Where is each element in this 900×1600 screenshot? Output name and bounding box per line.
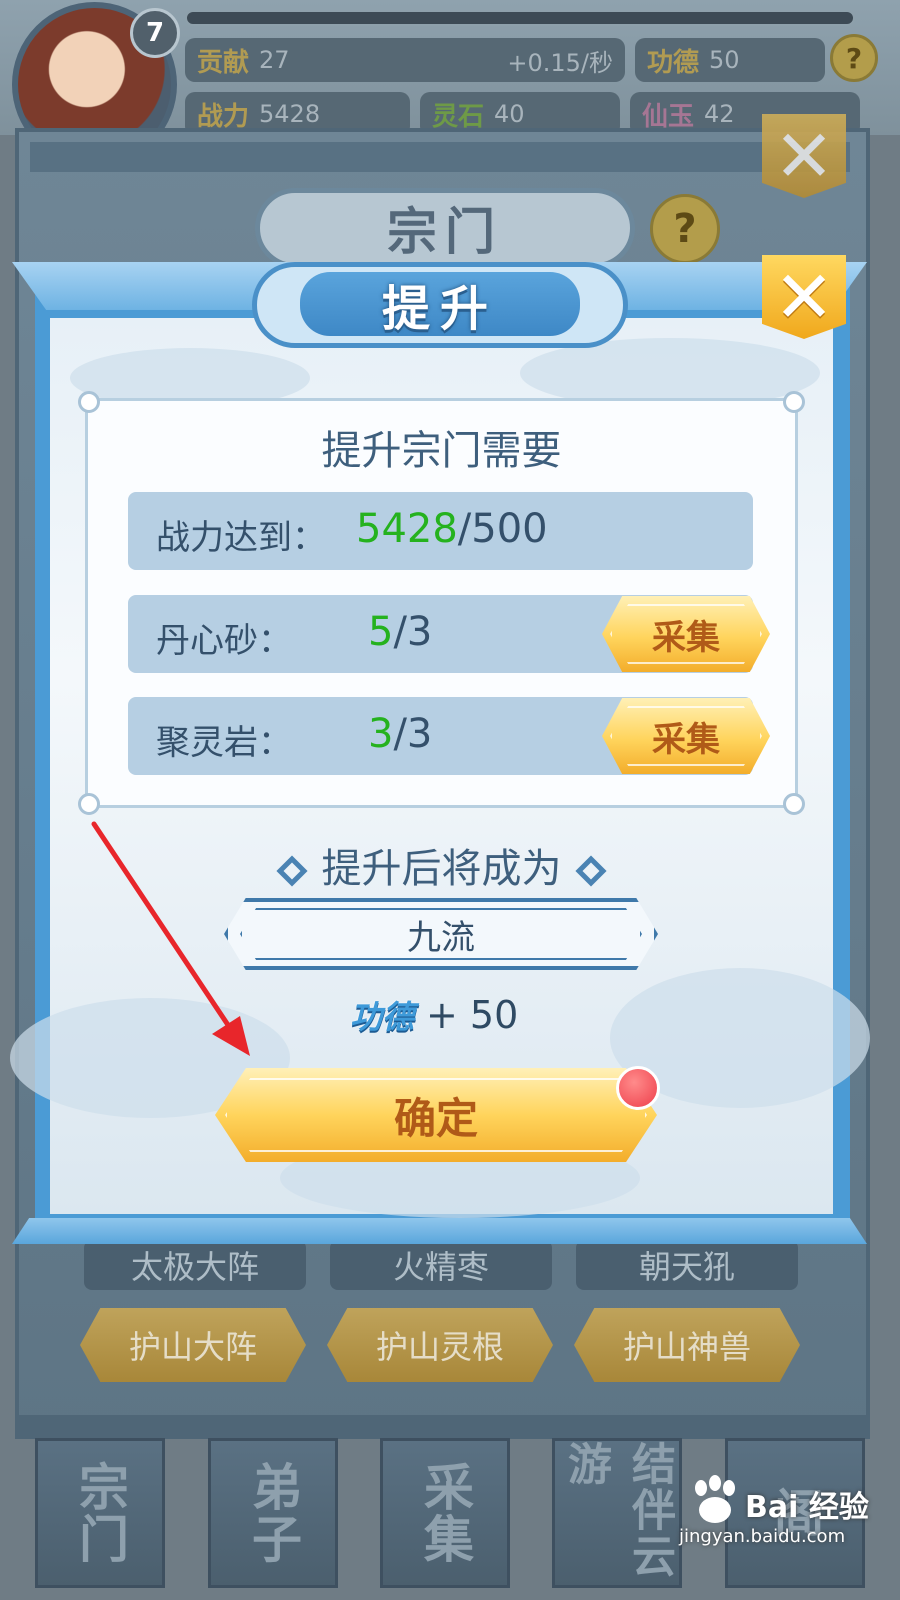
gongde-label: 功德 [647,47,700,78]
requirement-value: 3/3 [368,711,432,757]
diamond-ornament-icon [276,855,308,887]
gongde-value: 50 [709,46,740,74]
requirements-title: 提升宗门需要 [321,428,562,474]
nav-sect[interactable]: 宗门 [35,1438,165,1588]
dialog-close-icon[interactable]: ✕ [762,255,846,339]
xianyu-label: 仙玉 [642,101,695,132]
zhanli-label: 战力 [197,101,250,132]
requirement-label: 聚灵岩： [156,723,292,763]
card-corner-ornament [783,391,805,413]
notification-dot [616,1066,660,1110]
experience-bar [185,10,855,26]
baidu-watermark: Bai 经验 jingyan.baidu.com [675,1470,885,1550]
guard-spirit-root-button[interactable]: 护山灵根 [327,1308,553,1382]
sect-close-icon[interactable]: ✕ [762,114,846,198]
requirement-label: 战力达到： [156,518,326,558]
sect-tag-3: 朝天犼 [576,1240,798,1290]
dialog-title: 提升 [381,281,498,337]
requirement-have: 5 [368,609,394,655]
requirement-label: 丹心砂： [156,621,292,661]
watermark-url: jingyan.baidu.com [679,1526,846,1547]
requirement-value: 5428/500 [356,506,548,552]
hud-help-icon[interactable]: ? [830,34,878,82]
upgrade-dialog-bottom-bar [12,1218,867,1244]
diamond-ornament-icon [575,855,607,887]
card-corner-ornament [783,793,805,815]
watermark-brand: Bai 经验 [745,1490,869,1525]
annotation-arrow-icon [91,821,250,1056]
new-rank-plate-border [240,908,642,960]
requirement-have: 5428 [356,506,458,552]
nav-gather[interactable]: 采集 [380,1438,510,1588]
requirement-power: 战力达到： 5428/500 [128,492,753,570]
collect-button-label: 采集 [652,617,720,658]
requirement-need: /500 [457,506,548,552]
reward-amount: + 50 [426,993,519,1037]
requirement-need: /3 [393,711,433,757]
xianyu-value: 42 [704,100,735,128]
confirm-button-label: 确定 [393,1093,478,1143]
reward-row: 功德 + 50 [350,990,518,1040]
sect-title: 宗门 [387,202,503,261]
lingshi-label: 灵石 [432,101,485,132]
gongxian-rate: +0.15/秒 [507,48,613,77]
collect-juling-button[interactable]: 采集 [602,698,770,774]
collect-danxinsha-button[interactable]: 采集 [602,596,770,672]
requirement-need: /3 [393,609,433,655]
nav-disciples[interactable]: 弟子 [208,1438,338,1588]
sect-panel-footer [15,1415,870,1439]
gongde-resource: 功德 50 [635,38,825,82]
nav-travel[interactable]: 结伴云游 [552,1438,682,1588]
gongxian-resource: 贡献 27 +0.15/秒 [185,38,625,82]
merit-icon: 功德 [350,998,415,1036]
baidu-paw-icon [695,1475,735,1523]
dialog-title-inner: 提升 [300,272,580,337]
lingshi-value: 40 [494,100,525,128]
level-badge: 7 [130,8,180,58]
requirement-value: 5/3 [368,609,432,655]
guard-beast-button[interactable]: 护山神兽 [574,1308,800,1382]
guard-formation-button[interactable]: 护山大阵 [80,1308,306,1382]
card-corner-ornament [78,793,100,815]
sect-tag-2: 火精枣 [330,1240,552,1290]
sect-help-icon[interactable]: ? [650,194,720,264]
zhanli-value: 5428 [259,100,321,128]
gongxian-label: 贡献 [197,47,250,78]
gongxian-value: 27 [259,46,290,74]
requirement-have: 3 [368,711,394,757]
sect-tag-1: 太极大阵 [84,1240,306,1290]
confirm-button[interactable]: 确定 [215,1068,657,1162]
collect-button-label: 采集 [652,719,720,760]
sect-title-plate: 宗门 [255,188,635,268]
card-corner-ornament [78,391,100,413]
sect-panel-header-band [30,142,850,172]
after-upgrade-title: 提升后将成为 [321,846,562,892]
